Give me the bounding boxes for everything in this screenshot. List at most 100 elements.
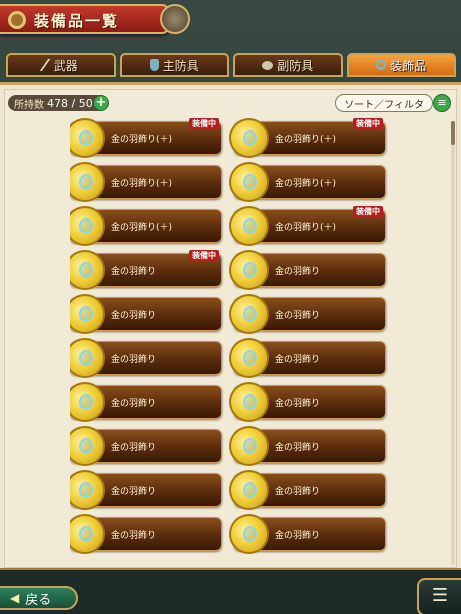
tab-sub-armor[interactable]: 副防具 [233, 53, 343, 77]
sort-filter-label: ソート／フィルタ [344, 99, 424, 111]
tab-sub-armor-label: 副防具 [277, 58, 314, 73]
item-row: 金の羽飾り(＋) 金の羽飾り(＋) [70, 161, 400, 205]
medal-icon [70, 250, 105, 290]
item-name: 金の羽飾り [275, 311, 321, 321]
item-card[interactable]: 金の羽飾り [229, 514, 386, 554]
medal-icon [229, 338, 269, 378]
item-name: 金の羽飾り [275, 487, 321, 497]
necklace-gem-icon [79, 262, 93, 278]
item-name: 金の羽飾り [111, 487, 157, 497]
item-card[interactable]: 金の羽飾り 装備中 [70, 250, 222, 290]
item-card[interactable]: 金の羽飾り(＋) [229, 162, 386, 202]
screen-title-banner: 装備品一覧 [0, 4, 190, 34]
item-row: 金の羽飾り(＋) 金の羽飾り(＋) 装備中 [70, 205, 400, 249]
tab-accessory-label: 装飾品 [390, 58, 427, 73]
inventory-count-label: 所持数 [14, 99, 44, 111]
medal-icon [229, 206, 269, 246]
gear-icon [8, 11, 26, 29]
item-name: 金の羽飾り(＋) [111, 223, 173, 233]
item-name: 金の羽飾り [275, 399, 321, 409]
back-arrow-icon: ◀ [10, 591, 20, 605]
necklace-icon [376, 60, 387, 70]
necklace-gem-icon [79, 130, 93, 146]
inventory-count: 所持数 478 / 500 [8, 95, 106, 111]
item-row: 金の羽飾り 装備中 金の羽飾り [70, 249, 400, 293]
item-row: 金の羽飾り(＋) 装備中 金の羽飾り(＋) 装備中 [70, 117, 400, 161]
inventory-count-value: 478 / 500 [47, 96, 100, 110]
item-name: 金の羽飾り [111, 443, 157, 453]
necklace-gem-icon [243, 306, 257, 322]
shield-icon [262, 60, 274, 70]
necklace-gem-icon [79, 306, 93, 322]
necklace-gem-icon [79, 174, 93, 190]
medal-icon [229, 470, 269, 510]
item-card[interactable]: 金の羽飾り [70, 338, 222, 378]
equipped-badge: 装備中 [189, 118, 219, 129]
item-name: 金の羽飾り [275, 267, 321, 277]
tab-accessory[interactable]: 装飾品 [346, 53, 456, 77]
medal-icon [70, 382, 105, 422]
category-tabs: 武器 主防具 副防具 装飾品 [6, 53, 456, 77]
item-name: 金の羽飾り(＋) [111, 135, 173, 145]
necklace-gem-icon [79, 350, 93, 366]
medal-icon [229, 162, 269, 202]
item-name: 金の羽飾り [111, 267, 157, 277]
item-card[interactable]: 金の羽飾り(＋) 装備中 [70, 118, 222, 158]
sort-filter-button[interactable]: ソート／フィルタ [335, 94, 433, 112]
item-card[interactable]: 金の羽飾り [229, 470, 386, 510]
item-name: 金の羽飾り [111, 399, 157, 409]
item-card[interactable]: 金の羽飾り [70, 426, 222, 466]
medal-icon [229, 250, 269, 290]
scrollbar-thumb[interactable] [451, 121, 455, 145]
item-card[interactable]: 金の羽飾り [70, 294, 222, 334]
item-card[interactable]: 金の羽飾り [229, 250, 386, 290]
item-name: 金の羽飾り(＋) [111, 179, 173, 189]
medal-icon [229, 514, 269, 554]
necklace-gem-icon [79, 438, 93, 454]
item-card[interactable]: 金の羽飾り(＋) 装備中 [229, 118, 386, 158]
item-card[interactable]: 金の羽飾り [70, 470, 222, 510]
bottom-bar: ◀ 戻る ☰ [0, 568, 461, 614]
necklace-gem-icon [243, 438, 257, 454]
item-card[interactable]: 金の羽飾り [229, 294, 386, 334]
item-name: 金の羽飾り(＋) [275, 179, 337, 189]
tab-weapon[interactable]: 武器 [6, 53, 116, 77]
item-row: 金の羽飾り 金の羽飾り [70, 381, 400, 425]
necklace-gem-icon [79, 218, 93, 234]
item-card[interactable]: 金の羽飾り [70, 382, 222, 422]
item-grid: 金の羽飾り(＋) 装備中 金の羽飾り(＋) 装備中 金の羽飾り(＋) 金の羽飾り(＋) 金の… [70, 117, 400, 567]
item-card[interactable]: 金の羽飾り [229, 426, 386, 466]
tab-main-armor-label: 主防具 [162, 58, 199, 73]
item-name: 金の羽飾り [275, 443, 321, 453]
item-name: 金の羽飾り [111, 531, 157, 541]
item-row: 金の羽飾り 金の羽飾り [70, 425, 400, 469]
ornament-emblem-icon [160, 4, 190, 34]
item-card[interactable]: 金の羽飾り(＋) 装備中 [229, 206, 386, 246]
hamburger-icon[interactable]: ☰ [417, 578, 461, 614]
necklace-gem-icon [79, 394, 93, 410]
item-card[interactable]: 金の羽飾り(＋) [70, 206, 222, 246]
back-button-label: 戻る [25, 592, 52, 608]
necklace-gem-icon [243, 262, 257, 278]
armor-icon [149, 59, 159, 71]
item-card[interactable]: 金の羽飾り [229, 338, 386, 378]
tab-main-armor[interactable]: 主防具 [119, 53, 229, 77]
list-icon[interactable]: ≡ [433, 94, 451, 112]
medal-icon [70, 338, 105, 378]
item-row: 金の羽飾り 金の羽飾り [70, 337, 400, 381]
medal-icon [229, 426, 269, 466]
equipment-list-panel: 所持数 478 / 500 + ソート／フィルタ ≡ 金の羽飾り(＋) 装備中 金の… [0, 82, 461, 568]
necklace-gem-icon [79, 482, 93, 498]
equipped-badge: 装備中 [189, 250, 219, 261]
item-card[interactable]: 金の羽飾り [229, 382, 386, 422]
item-name: 金の羽飾り(＋) [275, 135, 337, 145]
back-button[interactable]: ◀ 戻る [0, 586, 78, 610]
item-card[interactable]: 金の羽飾り [70, 514, 222, 554]
medal-icon [70, 426, 105, 466]
necklace-gem-icon [243, 350, 257, 366]
necklace-gem-icon [243, 482, 257, 498]
item-card[interactable]: 金の羽飾り(＋) [70, 162, 222, 202]
expand-inventory-button[interactable]: + [93, 95, 109, 111]
medal-icon [70, 162, 105, 202]
scrollbar[interactable] [451, 121, 455, 565]
